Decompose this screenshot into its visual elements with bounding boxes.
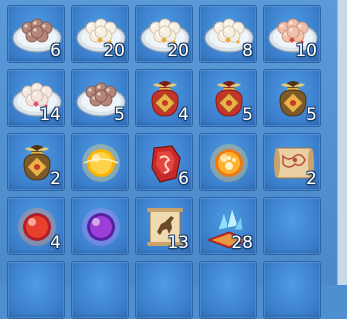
empty-inventory-slot[interactable] xyxy=(135,261,193,319)
scrollbar[interactable] xyxy=(337,0,347,285)
inventory-slot[interactable]: 28 xyxy=(199,197,257,255)
inventory-slot[interactable]: 8 xyxy=(199,5,257,63)
inventory-slot[interactable]: 6 xyxy=(135,133,193,191)
inventory-grid: 6 20 20 8 10 14 5 4 5 5 2 6 2 4 13 28 xyxy=(0,0,347,319)
inventory-slot[interactable]: 2 xyxy=(263,133,321,191)
inventory-slot[interactable]: 5 xyxy=(71,69,129,127)
inventory-slot[interactable]: 20 xyxy=(71,5,129,63)
inventory-slot[interactable]: 14 xyxy=(7,69,65,127)
inventory-slot[interactable]: 4 xyxy=(135,69,193,127)
empty-inventory-slot[interactable] xyxy=(263,261,321,319)
inventory-slot[interactable]: 13 xyxy=(135,197,193,255)
empty-inventory-slot[interactable] xyxy=(199,261,257,319)
empty-inventory-slot[interactable] xyxy=(71,261,129,319)
empty-inventory-slot[interactable] xyxy=(7,261,65,319)
inventory-slot[interactable]: 5 xyxy=(263,69,321,127)
inventory-slot[interactable]: 4 xyxy=(7,197,65,255)
inventory-slot[interactable]: 5 xyxy=(199,69,257,127)
inventory-slot[interactable] xyxy=(199,133,257,191)
inventory-slot[interactable]: 20 xyxy=(135,5,193,63)
inventory-slot[interactable] xyxy=(71,197,129,255)
inventory-slot[interactable]: 10 xyxy=(263,5,321,63)
inventory-slot[interactable] xyxy=(71,133,129,191)
inventory-slot[interactable]: 6 xyxy=(7,5,65,63)
inventory-slot[interactable]: 2 xyxy=(7,133,65,191)
empty-inventory-slot[interactable] xyxy=(263,197,321,255)
